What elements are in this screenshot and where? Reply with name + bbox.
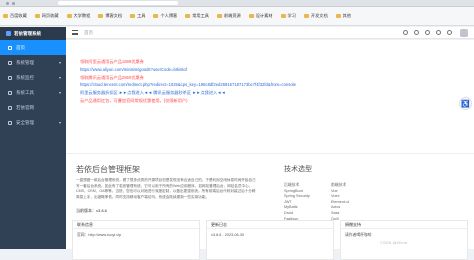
bookmarks-bar: 百度收藏 网页收藏 大学教程 博客文档 工具 个人博客 常用工具 前端资源 设计…: [0, 7, 474, 26]
promo-link[interactable]: 阿里云服务器折扣区 ►►点我进入◄◄ 腾讯云服务器秒杀区 ►►点我进入◄◄: [80, 89, 296, 97]
bookmark[interactable]: 其他: [335, 13, 351, 19]
chevron-down-icon: ▾: [58, 60, 61, 65]
bookmark[interactable]: 博客文档: [98, 13, 122, 19]
card-title: 捐赠支持: [341, 221, 467, 229]
avatar[interactable]: [460, 28, 468, 37]
sidebar-item-label: 系统管理: [16, 59, 34, 65]
card-body: 官网：http://www.ruoyi.vip: [77, 233, 122, 237]
top-navbar: 首页: [66, 27, 474, 39]
breadcrumb[interactable]: 首页: [84, 30, 93, 36]
folder-icon: [66, 14, 72, 18]
guide-icon: [8, 105, 12, 110]
monitor-icon: [8, 75, 12, 80]
sidebar: 若依管理系统 首页 系统管理 ▾ 系统监控 ▾ 系统工具 ▾ 若依官网 安全管理…: [0, 27, 66, 249]
app-title: 若依管理系统: [14, 30, 41, 36]
sidebar-item-system[interactable]: 系统管理 ▾: [0, 55, 66, 70]
sidebar-item-label: 系统工具: [16, 89, 34, 95]
version-label: 当前版本：: [76, 208, 96, 213]
page-title: 若依后台管理框架: [76, 165, 140, 174]
version-value: v3.8.6: [96, 208, 107, 213]
bookmark[interactable]: 网页收藏: [34, 13, 59, 19]
frontend-tech-list: 前端技术 Vue Vuex Element-ui Axios Sass Quil…: [331, 183, 349, 222]
folder-icon: [153, 14, 159, 18]
window-control[interactable]: [12, 1, 15, 5]
version-info: 当前版本：v3.8.6: [76, 208, 107, 214]
folder-icon: [185, 14, 191, 18]
card-body: v3.8.6 - 2023-06-30: [211, 233, 245, 237]
bookmark[interactable]: 开发文档: [303, 13, 328, 19]
watermark: CSDN @xError: [380, 240, 408, 245]
sidebar-item-tool[interactable]: 系统工具 ▾: [0, 85, 66, 100]
folder-icon: [303, 14, 309, 18]
window-control[interactable]: [6, 1, 9, 5]
question-icon[interactable]: [425, 30, 430, 35]
promo-line: 领取腾讯云通用云产品2860优惠券: [80, 74, 144, 80]
tech-stack-title: 技术选型: [284, 166, 312, 173]
bookmark[interactable]: 前端资源: [216, 13, 241, 19]
folder-icon: [216, 14, 222, 18]
promo-link[interactable]: https://www.aliyun.com/minisite/goods?us…: [80, 66, 296, 74]
navbar-actions: [397, 28, 468, 37]
main-content: 领取阿里云通用云产品1888优惠券 https://www.aliyun.com…: [66, 40, 474, 260]
folder-icon: [34, 14, 40, 18]
promo-line: 云产品通用红包，可叠加官网常规优惠使用。(仅限新用户): [80, 97, 188, 103]
folder-icon: [3, 14, 8, 18]
accessibility-icon[interactable]: ♿: [459, 97, 472, 110]
sidebar-item-label: 若依官网: [16, 104, 34, 110]
promo-notice: 领取阿里云通用云产品1888优惠券 https://www.aliyun.com…: [80, 58, 296, 105]
sidebar-item-label: 系统监控: [16, 74, 34, 80]
folder-icon: [280, 14, 286, 18]
system-icon: [8, 60, 12, 65]
card-title: 联系信息: [73, 221, 199, 229]
chevron-down-icon: ▾: [58, 120, 61, 125]
changelog-card: 更新日志 v3.8.6 - 2023-06-30: [206, 220, 334, 260]
bookmark[interactable]: 个人博客: [153, 13, 177, 19]
backend-tech-list: 后端技术 SpringBoot Spring Security JWT MyBa…: [284, 183, 310, 222]
contact-card: 联系信息 官网：http://www.ruoyi.vip: [72, 220, 200, 260]
logo-icon: [6, 31, 11, 36]
sidebar-item-monitor[interactable]: 系统监控 ▾: [0, 70, 66, 85]
sidebar-item-website[interactable]: 若依官网: [0, 100, 66, 115]
address-bar[interactable]: [58, 1, 178, 5]
fullscreen-icon[interactable]: [436, 30, 441, 35]
shield-icon: [8, 120, 12, 125]
folder-icon: [248, 14, 254, 18]
bookmark[interactable]: 学习: [280, 13, 296, 19]
bookmark[interactable]: 常用工具: [185, 13, 209, 19]
tool-icon: [8, 90, 12, 95]
card-title: 更新日志: [207, 221, 333, 229]
browser-titlebar: [0, 0, 474, 7]
sidebar-item-security[interactable]: 安全管理 ▾: [0, 115, 66, 130]
sidebar-item-label: 安全管理: [16, 119, 34, 125]
bookmark[interactable]: 设计素材: [248, 13, 273, 19]
app-logo[interactable]: 若依管理系统: [0, 27, 66, 40]
home-icon: [8, 45, 12, 50]
chevron-down-icon: ▾: [58, 75, 61, 80]
folder-icon: [98, 14, 104, 18]
intro-description: 一直想做一款后台管理系统，看了很多优秀的开源项目但是发现没有合适自己的。于是利用…: [76, 178, 256, 199]
folder-icon: [130, 14, 136, 18]
chevron-down-icon: ▾: [58, 90, 61, 95]
promo-line: 领取阿里云通用云产品1888优惠券: [80, 59, 144, 64]
sidebar-item-home[interactable]: 首页: [0, 40, 66, 55]
list-item: Spring Security: [284, 194, 310, 199]
bookmark[interactable]: 百度收藏: [3, 13, 27, 19]
promo-link[interactable]: https://cloud.tencent.com/redirect.php?r…: [80, 81, 296, 89]
hamburger-icon[interactable]: [72, 30, 78, 35]
bookmark[interactable]: 大学教程: [66, 13, 90, 19]
folder-icon: [335, 14, 341, 18]
sidebar-item-label: 首页: [16, 44, 25, 50]
size-icon[interactable]: [447, 30, 452, 35]
github-icon[interactable]: [414, 30, 419, 35]
search-icon[interactable]: [403, 30, 408, 35]
bookmark[interactable]: 工具: [130, 13, 145, 19]
divider: [66, 153, 474, 154]
